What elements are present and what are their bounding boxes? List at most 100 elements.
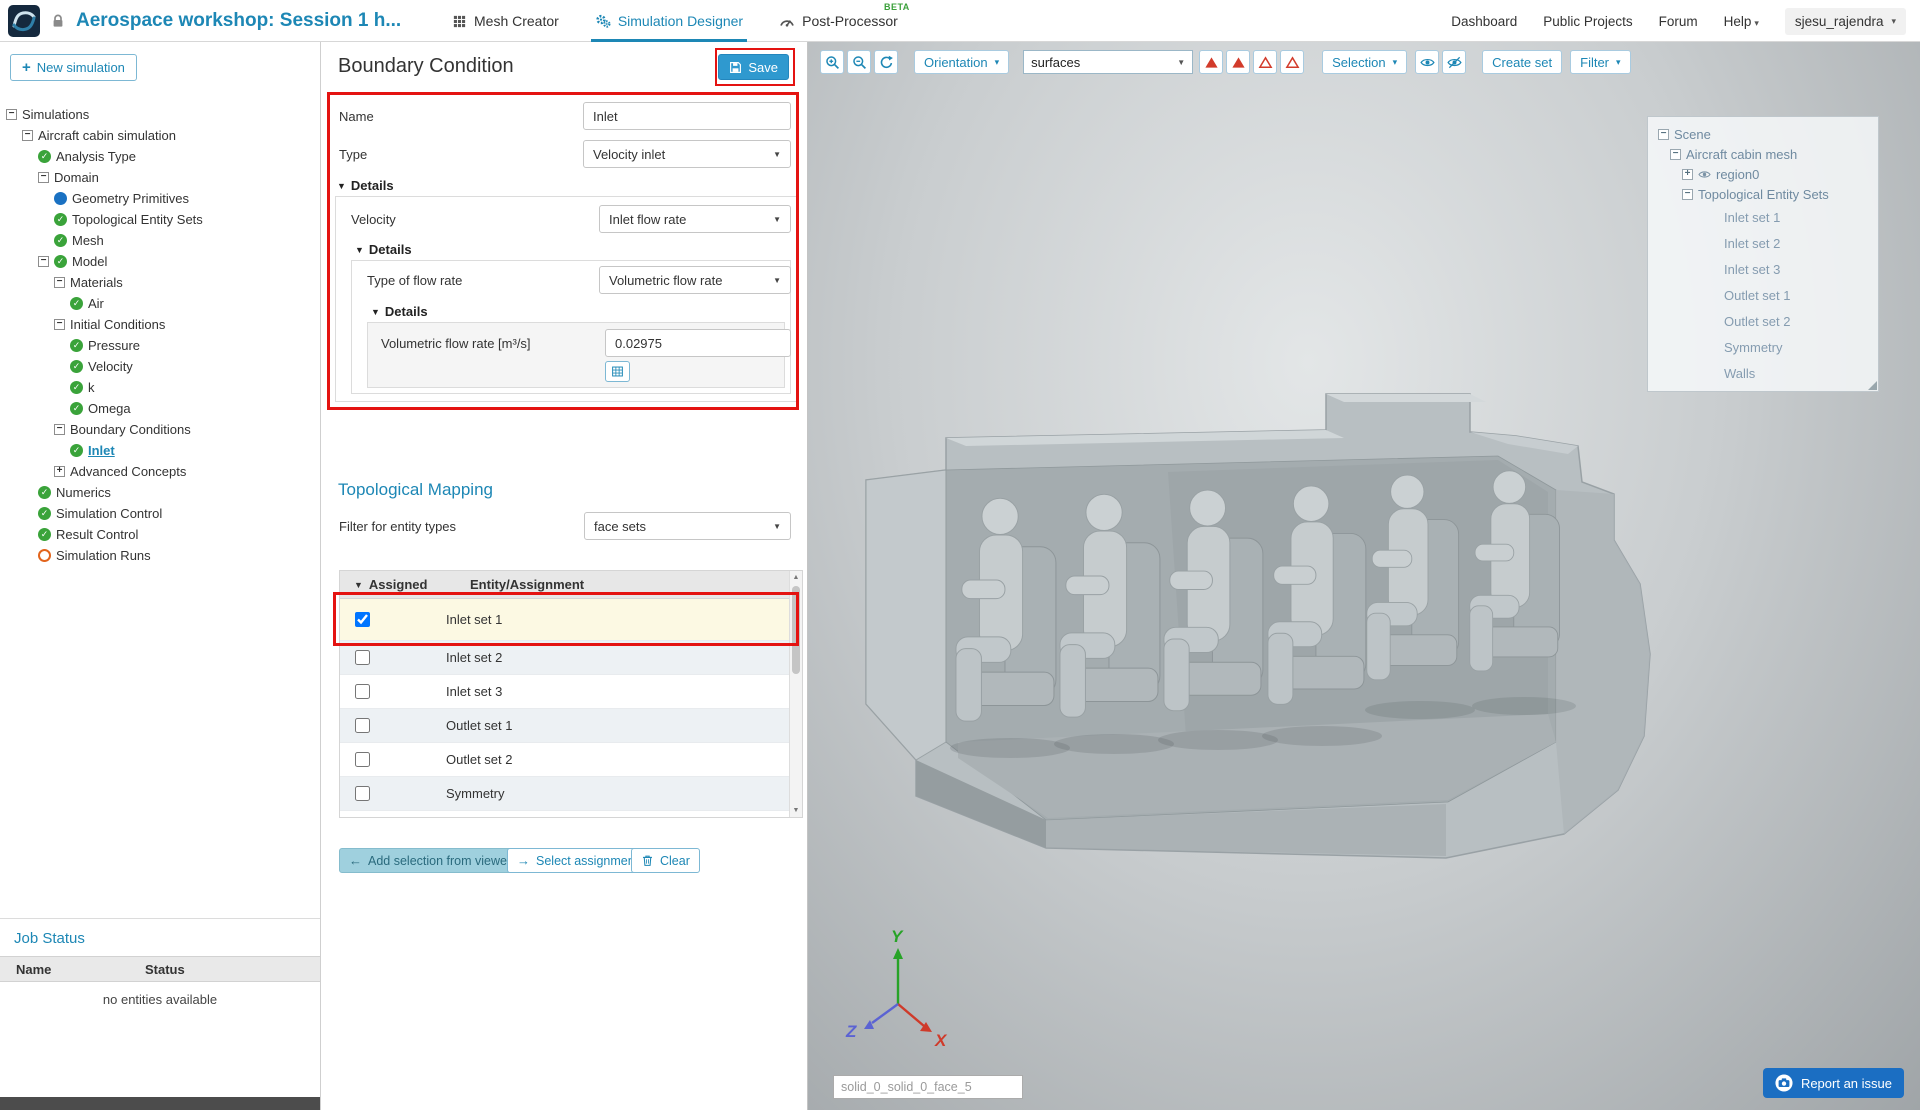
table-row-inlet-set-2[interactable]: Inlet set 2 bbox=[340, 641, 802, 675]
assignment-checkbox[interactable] bbox=[355, 650, 370, 665]
render-mode-select[interactable]: surfaces ▼ bbox=[1023, 50, 1194, 74]
link-dashboard[interactable]: Dashboard bbox=[1451, 14, 1517, 29]
link-forum[interactable]: Forum bbox=[1659, 14, 1698, 29]
aircraft-cabin-model[interactable] bbox=[865, 393, 1651, 859]
sidebar-item-numerics[interactable]: ✓ Numerics bbox=[0, 482, 320, 503]
sidebar-item-model[interactable]: − ✓ Model bbox=[0, 251, 320, 272]
orientation-dropdown[interactable]: Orientation ▾ bbox=[914, 50, 1010, 74]
assignment-checkbox[interactable] bbox=[355, 752, 370, 767]
sidebar-item-advanced-concepts[interactable]: + Advanced Concepts bbox=[0, 461, 320, 482]
report-an-issue-button[interactable]: Report an issue bbox=[1762, 1068, 1904, 1098]
highlight-faces-button-3[interactable] bbox=[1253, 50, 1278, 74]
collapse-icon[interactable]: − bbox=[22, 130, 33, 141]
collapse-icon[interactable]: − bbox=[38, 256, 49, 267]
flow-type-select[interactable]: Volumetric flow rate ▼ bbox=[599, 266, 791, 294]
scene-item-inlet-set-3[interactable]: Inlet set 3 bbox=[1652, 256, 1874, 282]
details-section-header-3[interactable]: ▼ Details bbox=[371, 304, 428, 319]
sidebar-item-k[interactable]: ✓ k bbox=[0, 377, 320, 398]
clear-button[interactable]: Clear bbox=[631, 848, 700, 873]
details-section-header-2[interactable]: ▼ Details bbox=[355, 242, 412, 257]
sidebar-item-simulation-runs[interactable]: Simulation Runs bbox=[0, 545, 320, 566]
collapse-icon[interactable]: − bbox=[1682, 188, 1693, 200]
scene-item-walls[interactable]: Walls bbox=[1652, 360, 1874, 386]
details-section-header[interactable]: ▼ Details bbox=[337, 178, 394, 193]
tab-post-processor[interactable]: Post-Processor BETA bbox=[775, 0, 909, 42]
expand-icon[interactable]: + bbox=[54, 466, 65, 477]
scrollbar-thumb[interactable] bbox=[792, 586, 800, 674]
scene-item-outlet-set-2[interactable]: Outlet set 2 bbox=[1652, 308, 1874, 334]
scroll-down-icon[interactable]: ▼ bbox=[790, 804, 802, 817]
sidebar-item-analysis-type[interactable]: ✓ Analysis Type bbox=[0, 146, 320, 167]
velocity-select[interactable]: Inlet flow rate ▼ bbox=[599, 205, 791, 233]
collapse-icon[interactable]: − bbox=[1670, 148, 1681, 160]
sidebar-item-initial-conditions[interactable]: − Initial Conditions bbox=[0, 314, 320, 335]
collapse-icon[interactable]: − bbox=[6, 109, 17, 120]
reset-view-button[interactable] bbox=[874, 50, 898, 74]
zoom-out-button[interactable] bbox=[847, 50, 871, 74]
collapse-icon[interactable]: − bbox=[1658, 128, 1669, 140]
scene-item-aircraft-cabin-mesh[interactable]: − Aircraft cabin mesh bbox=[1652, 144, 1874, 164]
name-input[interactable] bbox=[583, 102, 791, 130]
collapse-icon[interactable]: − bbox=[54, 277, 65, 288]
sidebar-item-aircraft-cabin-simulation[interactable]: − Aircraft cabin simulation bbox=[0, 125, 320, 146]
expand-icon[interactable]: + bbox=[1682, 168, 1693, 180]
flow-rate-input[interactable] bbox=[605, 329, 791, 357]
sidebar-item-air[interactable]: ✓ Air bbox=[0, 293, 320, 314]
table-row-inlet-set-1[interactable]: Inlet set 1 bbox=[340, 599, 802, 641]
sidebar-item-inlet[interactable]: ✓ Inlet bbox=[0, 440, 320, 461]
resize-handle[interactable] bbox=[1868, 381, 1877, 390]
collapse-icon[interactable]: − bbox=[54, 424, 65, 435]
scene-item-inlet-set-2[interactable]: Inlet set 2 bbox=[1652, 230, 1874, 256]
sidebar-item-materials[interactable]: − Materials bbox=[0, 272, 320, 293]
new-simulation-button[interactable]: + New simulation bbox=[10, 54, 137, 81]
table-row-walls[interactable]: Walls bbox=[340, 811, 802, 817]
scene-item-inlet-set-1[interactable]: Inlet set 1 bbox=[1652, 204, 1874, 230]
table-row-inlet-set-3[interactable]: Inlet set 3 bbox=[340, 675, 802, 709]
highlight-faces-button-2[interactable] bbox=[1226, 50, 1251, 74]
sidebar-item-pressure[interactable]: ✓ Pressure bbox=[0, 335, 320, 356]
sidebar-item-boundary-conditions[interactable]: − Boundary Conditions bbox=[0, 419, 320, 440]
add-selection-from-viewer-button[interactable]: ← Add selection from viewer bbox=[339, 848, 522, 873]
filter-entity-types-select[interactable]: face sets ▼ bbox=[584, 512, 791, 540]
sidebar-item-omega[interactable]: ✓ Omega bbox=[0, 398, 320, 419]
help-menu[interactable]: Help ▾ bbox=[1724, 14, 1759, 29]
assignment-checkbox[interactable] bbox=[355, 786, 370, 801]
eye-icon[interactable] bbox=[1698, 168, 1711, 181]
sidebar-item-simulations[interactable]: − Simulations bbox=[0, 104, 320, 125]
simscale-logo-icon[interactable] bbox=[8, 5, 40, 37]
table-scrollbar[interactable]: ▲ ▼ bbox=[789, 571, 802, 817]
scene-item-scene[interactable]: − Scene bbox=[1652, 124, 1874, 144]
table-input-button[interactable] bbox=[605, 361, 630, 382]
show-hidden-button[interactable] bbox=[1415, 50, 1440, 74]
scroll-up-icon[interactable]: ▲ bbox=[790, 571, 802, 584]
selection-dropdown[interactable]: Selection ▾ bbox=[1322, 50, 1408, 74]
scene-item-outlet-set-1[interactable]: Outlet set 1 bbox=[1652, 282, 1874, 308]
assignment-checkbox[interactable] bbox=[355, 612, 370, 627]
filter-dropdown[interactable]: Filter ▾ bbox=[1570, 50, 1631, 74]
sidebar-item-domain[interactable]: − Domain bbox=[0, 167, 320, 188]
table-row-outlet-set-1[interactable]: Outlet set 1 bbox=[340, 709, 802, 743]
selected-face-field[interactable] bbox=[833, 1075, 1023, 1099]
entity-column-header[interactable]: Entity/Assignment bbox=[470, 577, 584, 592]
save-button[interactable]: Save bbox=[718, 54, 789, 80]
assignment-checkbox[interactable] bbox=[355, 718, 370, 733]
sidebar-item-topological-entity-sets[interactable]: ✓ Topological Entity Sets bbox=[0, 209, 320, 230]
sidebar-item-result-control[interactable]: ✓ Result Control bbox=[0, 524, 320, 545]
assignment-checkbox[interactable] bbox=[355, 684, 370, 699]
scene-item-topological-entity-sets[interactable]: − Topological Entity Sets bbox=[1652, 184, 1874, 204]
hide-selection-button[interactable] bbox=[1442, 50, 1467, 74]
collapse-icon[interactable]: − bbox=[54, 319, 65, 330]
scene-item-symmetry[interactable]: Symmetry bbox=[1652, 334, 1874, 360]
create-set-button[interactable]: Create set bbox=[1482, 50, 1563, 74]
type-select[interactable]: Velocity inlet ▼ bbox=[583, 140, 791, 168]
project-title[interactable]: Aerospace workshop: Session 1 h... bbox=[76, 10, 401, 32]
sidebar-item-geometry-primitives[interactable]: Geometry Primitives bbox=[0, 188, 320, 209]
tab-mesh-creator[interactable]: Mesh Creator bbox=[448, 0, 563, 42]
zoom-in-button[interactable] bbox=[820, 50, 844, 74]
table-row-outlet-set-2[interactable]: Outlet set 2 bbox=[340, 743, 802, 777]
sort-descending-icon[interactable]: ▼ bbox=[354, 580, 363, 590]
user-menu[interactable]: sjesu_rajendra ▾ bbox=[1784, 7, 1906, 35]
highlight-faces-button-1[interactable] bbox=[1199, 50, 1224, 74]
link-public-projects[interactable]: Public Projects bbox=[1543, 14, 1632, 29]
sidebar-item-mesh[interactable]: ✓ Mesh bbox=[0, 230, 320, 251]
